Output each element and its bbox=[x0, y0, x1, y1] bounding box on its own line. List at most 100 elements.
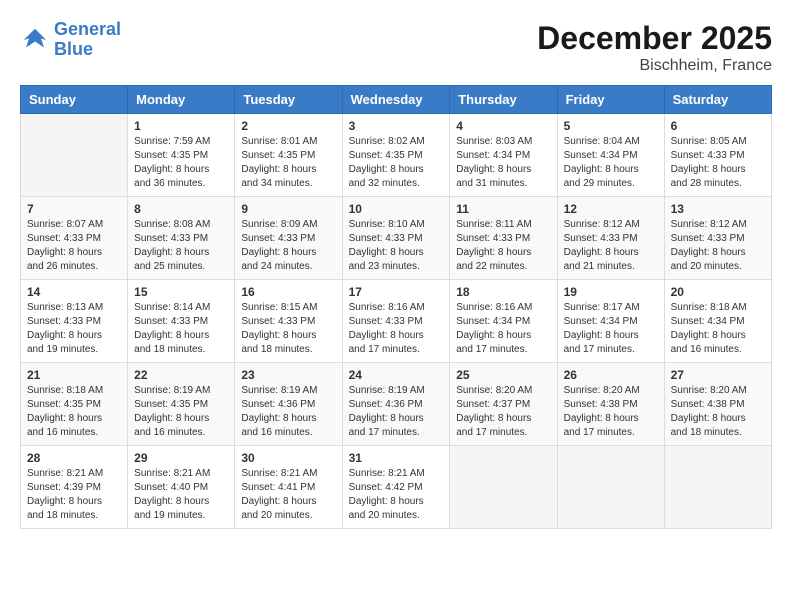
day-info: Sunrise: 8:13 AMSunset: 4:33 PMDaylight:… bbox=[27, 301, 121, 357]
calendar-cell: 12 Sunrise: 8:12 AMSunset: 4:33 PMDayligh… bbox=[557, 197, 664, 280]
day-number: 28 bbox=[27, 451, 121, 465]
calendar-cell: 19 Sunrise: 8:17 AMSunset: 4:34 PMDayligh… bbox=[557, 280, 664, 363]
day-info: Sunrise: 8:18 AMSunset: 4:35 PMDaylight:… bbox=[27, 384, 121, 440]
day-info: Sunrise: 8:14 AMSunset: 4:33 PMDaylight:… bbox=[134, 301, 228, 357]
header-sunday: Sunday bbox=[21, 86, 128, 114]
month-title: December 2025 bbox=[537, 20, 772, 57]
day-number: 13 bbox=[671, 202, 765, 216]
calendar-cell bbox=[664, 446, 771, 529]
calendar-cell: 17 Sunrise: 8:16 AMSunset: 4:33 PMDayligh… bbox=[342, 280, 450, 363]
day-info: Sunrise: 8:03 AMSunset: 4:34 PMDaylight:… bbox=[456, 135, 550, 191]
calendar-cell: 23 Sunrise: 8:19 AMSunset: 4:36 PMDayligh… bbox=[235, 363, 342, 446]
day-number: 12 bbox=[564, 202, 658, 216]
calendar-cell bbox=[557, 446, 664, 529]
day-info: Sunrise: 8:20 AMSunset: 4:38 PMDaylight:… bbox=[564, 384, 658, 440]
calendar-cell bbox=[21, 114, 128, 197]
calendar-week-row: 28Sunrise: 8:21 AMSunset: 4:39 PMDayligh… bbox=[21, 446, 772, 529]
calendar-cell: 3 Sunrise: 8:02 AMSunset: 4:35 PMDaylight… bbox=[342, 114, 450, 197]
day-info: Sunrise: 8:07 AMSunset: 4:33 PMDaylight:… bbox=[27, 218, 121, 274]
day-info: Sunrise: 8:04 AMSunset: 4:34 PMDaylight:… bbox=[564, 135, 658, 191]
calendar-cell: 21Sunrise: 8:18 AMSunset: 4:35 PMDayligh… bbox=[21, 363, 128, 446]
calendar-cell: 22 Sunrise: 8:19 AMSunset: 4:35 PMDayligh… bbox=[128, 363, 235, 446]
header-monday: Monday bbox=[128, 86, 235, 114]
header-saturday: Saturday bbox=[664, 86, 771, 114]
day-number: 18 bbox=[456, 285, 550, 299]
day-info: Sunrise: 8:19 AMSunset: 4:35 PMDaylight:… bbox=[134, 384, 228, 440]
day-info: Sunrise: 8:11 AMSunset: 4:33 PMDaylight:… bbox=[456, 218, 550, 274]
calendar-cell: 1Sunrise: 7:59 AMSunset: 4:35 PMDaylight… bbox=[128, 114, 235, 197]
calendar-week-row: 21Sunrise: 8:18 AMSunset: 4:35 PMDayligh… bbox=[21, 363, 772, 446]
day-info: Sunrise: 8:09 AMSunset: 4:33 PMDaylight:… bbox=[241, 218, 335, 274]
calendar-cell: 20 Sunrise: 8:18 AMSunset: 4:34 PMDayligh… bbox=[664, 280, 771, 363]
day-info: Sunrise: 8:21 AMSunset: 4:41 PMDaylight:… bbox=[241, 467, 335, 523]
day-number: 25 bbox=[456, 368, 550, 382]
calendar-cell: 24Sunrise: 8:19 AMSunset: 4:36 PMDayligh… bbox=[342, 363, 450, 446]
calendar-cell bbox=[450, 446, 557, 529]
calendar-week-row: 1Sunrise: 7:59 AMSunset: 4:35 PMDaylight… bbox=[21, 114, 772, 197]
day-number: 30 bbox=[241, 451, 335, 465]
calendar-cell: 9 Sunrise: 8:09 AMSunset: 4:33 PMDaylight… bbox=[235, 197, 342, 280]
calendar-cell: 7 Sunrise: 8:07 AMSunset: 4:33 PMDaylight… bbox=[21, 197, 128, 280]
day-number: 15 bbox=[134, 285, 228, 299]
calendar-cell: 5 Sunrise: 8:04 AMSunset: 4:34 PMDaylight… bbox=[557, 114, 664, 197]
day-info: Sunrise: 8:17 AMSunset: 4:34 PMDaylight:… bbox=[564, 301, 658, 357]
header-tuesday: Tuesday bbox=[235, 86, 342, 114]
header-friday: Friday bbox=[557, 86, 664, 114]
day-number: 2 bbox=[241, 119, 335, 133]
day-number: 16 bbox=[241, 285, 335, 299]
day-info: Sunrise: 8:19 AMSunset: 4:36 PMDaylight:… bbox=[241, 384, 335, 440]
header-thursday: Thursday bbox=[450, 86, 557, 114]
calendar-cell: 15 Sunrise: 8:14 AMSunset: 4:33 PMDayligh… bbox=[128, 280, 235, 363]
day-info: Sunrise: 8:20 AMSunset: 4:37 PMDaylight:… bbox=[456, 384, 550, 440]
calendar-cell: 13 Sunrise: 8:12 AMSunset: 4:33 PMDayligh… bbox=[664, 197, 771, 280]
day-info: Sunrise: 8:08 AMSunset: 4:33 PMDaylight:… bbox=[134, 218, 228, 274]
calendar-cell: 27 Sunrise: 8:20 AMSunset: 4:38 PMDayligh… bbox=[664, 363, 771, 446]
day-info: Sunrise: 8:05 AMSunset: 4:33 PMDaylight:… bbox=[671, 135, 765, 191]
logo-bird-icon bbox=[20, 25, 50, 55]
day-number: 29 bbox=[134, 451, 228, 465]
page-header: General Blue December 2025 Bischheim, Fr… bbox=[20, 20, 772, 75]
day-info: Sunrise: 8:15 AMSunset: 4:33 PMDaylight:… bbox=[241, 301, 335, 357]
calendar-cell: 2Sunrise: 8:01 AMSunset: 4:35 PMDaylight… bbox=[235, 114, 342, 197]
day-number: 9 bbox=[241, 202, 335, 216]
day-number: 7 bbox=[27, 202, 121, 216]
day-number: 23 bbox=[241, 368, 335, 382]
day-info: Sunrise: 8:12 AMSunset: 4:33 PMDaylight:… bbox=[564, 218, 658, 274]
day-info: Sunrise: 8:12 AMSunset: 4:33 PMDaylight:… bbox=[671, 218, 765, 274]
calendar-cell: 29Sunrise: 8:21 AMSunset: 4:40 PMDayligh… bbox=[128, 446, 235, 529]
calendar-cell: 30 Sunrise: 8:21 AMSunset: 4:41 PMDayligh… bbox=[235, 446, 342, 529]
day-number: 3 bbox=[349, 119, 444, 133]
day-number: 20 bbox=[671, 285, 765, 299]
day-number: 8 bbox=[134, 202, 228, 216]
calendar-cell: 14 Sunrise: 8:13 AMSunset: 4:33 PMDayligh… bbox=[21, 280, 128, 363]
day-number: 27 bbox=[671, 368, 765, 382]
calendar-week-row: 14 Sunrise: 8:13 AMSunset: 4:33 PMDayligh… bbox=[21, 280, 772, 363]
calendar-cell: 18 Sunrise: 8:16 AMSunset: 4:34 PMDayligh… bbox=[450, 280, 557, 363]
day-info: Sunrise: 8:10 AMSunset: 4:33 PMDaylight:… bbox=[349, 218, 444, 274]
calendar-cell: 31Sunrise: 8:21 AMSunset: 4:42 PMDayligh… bbox=[342, 446, 450, 529]
day-number: 24 bbox=[349, 368, 444, 382]
day-number: 22 bbox=[134, 368, 228, 382]
location: Bischheim, France bbox=[537, 57, 772, 75]
day-number: 5 bbox=[564, 119, 658, 133]
day-info: Sunrise: 8:18 AMSunset: 4:34 PMDaylight:… bbox=[671, 301, 765, 357]
calendar-cell: 10Sunrise: 8:10 AMSunset: 4:33 PMDayligh… bbox=[342, 197, 450, 280]
day-number: 14 bbox=[27, 285, 121, 299]
logo: General Blue bbox=[20, 20, 121, 60]
day-info: Sunrise: 8:16 AMSunset: 4:33 PMDaylight:… bbox=[349, 301, 444, 357]
day-number: 26 bbox=[564, 368, 658, 382]
calendar-cell: 6 Sunrise: 8:05 AMSunset: 4:33 PMDaylight… bbox=[664, 114, 771, 197]
day-info: Sunrise: 8:02 AMSunset: 4:35 PMDaylight:… bbox=[349, 135, 444, 191]
day-number: 17 bbox=[349, 285, 444, 299]
logo-text: General Blue bbox=[54, 20, 121, 60]
day-number: 19 bbox=[564, 285, 658, 299]
day-info: Sunrise: 8:20 AMSunset: 4:38 PMDaylight:… bbox=[671, 384, 765, 440]
calendar-cell: 25 Sunrise: 8:20 AMSunset: 4:37 PMDayligh… bbox=[450, 363, 557, 446]
day-info: Sunrise: 8:16 AMSunset: 4:34 PMDaylight:… bbox=[456, 301, 550, 357]
day-number: 6 bbox=[671, 119, 765, 133]
calendar-week-row: 7 Sunrise: 8:07 AMSunset: 4:33 PMDaylight… bbox=[21, 197, 772, 280]
day-info: Sunrise: 7:59 AMSunset: 4:35 PMDaylight:… bbox=[134, 135, 228, 191]
calendar-cell: 11Sunrise: 8:11 AMSunset: 4:33 PMDayligh… bbox=[450, 197, 557, 280]
calendar-table: SundayMondayTuesdayWednesdayThursdayFrid… bbox=[20, 85, 772, 529]
calendar-cell: 16 Sunrise: 8:15 AMSunset: 4:33 PMDayligh… bbox=[235, 280, 342, 363]
